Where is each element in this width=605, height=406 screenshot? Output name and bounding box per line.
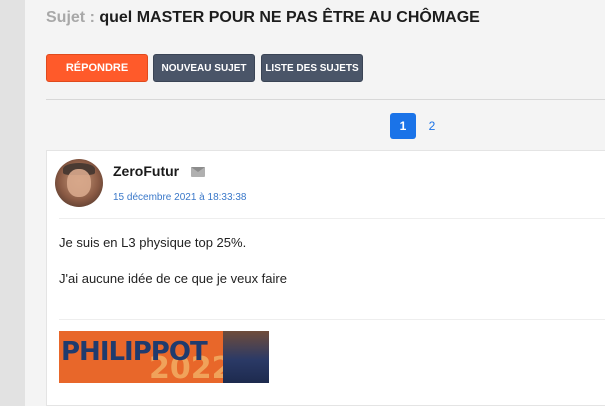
topic-title: Sujet : quel MASTER POUR NE PAS ÊTRE AU … <box>46 9 480 27</box>
left-rail <box>0 0 25 406</box>
topic-list-button[interactable]: LISTE DES SUJETS <box>261 54 363 82</box>
post-author[interactable]: ZeroFutur <box>113 163 179 179</box>
toolbar-divider <box>46 99 605 100</box>
pagination: 1 2 <box>390 113 445 139</box>
post-date[interactable]: 15 décembre 2021 à 18:33:38 <box>113 192 246 203</box>
reply-button[interactable]: RÉPONDRE <box>46 54 148 82</box>
page-current[interactable]: 1 <box>390 113 416 139</box>
forum-post: ZeroFutur 15 décembre 2021 à 18:33:38 Je… <box>46 150 605 406</box>
signature-text: PHILIPPOT <box>61 337 208 367</box>
topic-content: Sujet : quel MASTER POUR NE PAS ÊTRE AU … <box>25 0 605 406</box>
signature-image: 2022 PHILIPPOT <box>59 331 269 383</box>
page-next[interactable]: 2 <box>419 113 445 139</box>
post-body-line: J'ai aucune idée de ce que je veux faire <box>59 271 287 286</box>
signature-divider <box>59 319 605 320</box>
avatar[interactable] <box>55 159 103 207</box>
new-topic-button[interactable]: NOUVEAU SUJET <box>153 54 255 82</box>
mail-icon[interactable] <box>191 167 205 177</box>
post-header-divider <box>59 218 605 219</box>
signature-portrait <box>223 331 269 383</box>
topic-separator: : <box>89 9 95 26</box>
topic-name: quel MASTER POUR NE PAS ÊTRE AU CHÔMAGE <box>99 9 480 26</box>
topic-prefix: Sujet <box>46 9 86 26</box>
post-body-line: Je suis en L3 physique top 25%. <box>59 235 247 250</box>
